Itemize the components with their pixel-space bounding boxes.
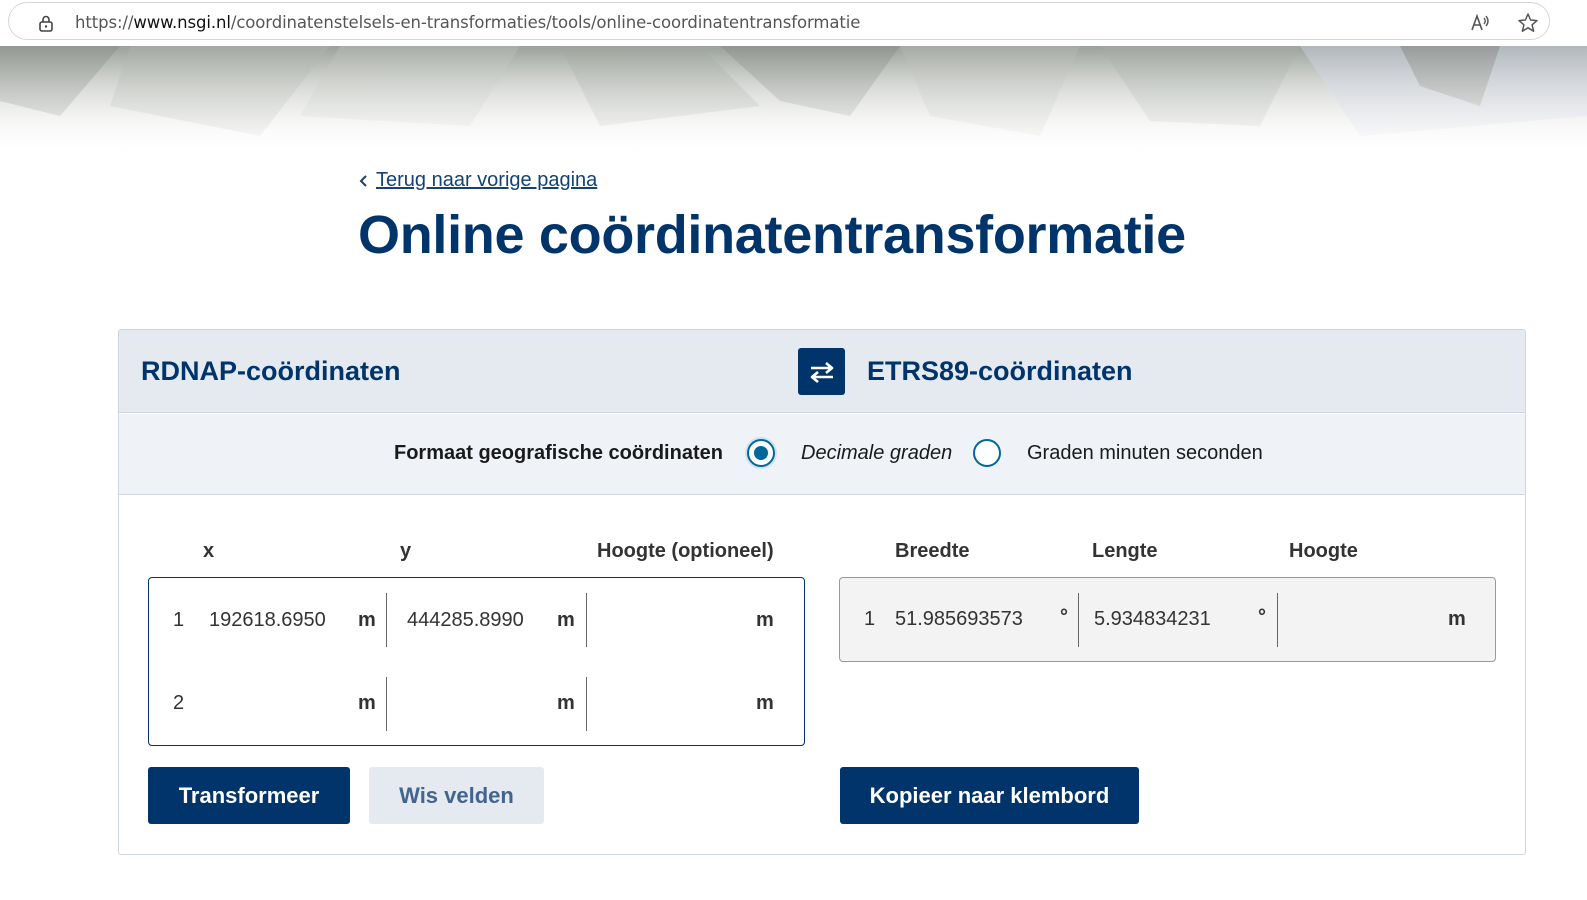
input-row-1-number: 1 xyxy=(173,609,185,631)
output-row-1-height[interactable] xyxy=(1295,608,1435,632)
input-header-y: y xyxy=(400,540,412,562)
target-system-title: ETRS89-coördinaten xyxy=(867,356,1133,386)
radio-decimal-degrees-label[interactable]: Decimale graden xyxy=(801,442,952,465)
output-row-1-latitude-unit: ° xyxy=(1060,606,1068,628)
url-field[interactable]: https://www.nsgi.nl/coordinatenstelsels-… xyxy=(8,2,1550,40)
input-row-2-x-unit: m xyxy=(358,692,376,714)
output-row-1-longitude[interactable]: 5.934834231 xyxy=(1094,608,1211,631)
banner-fade xyxy=(0,46,1587,158)
format-selector: Formaat geografische coördinaten Decimal… xyxy=(119,414,1525,495)
chevron-left-icon xyxy=(359,174,367,187)
radio-dms-label[interactable]: Graden minuten seconden xyxy=(1027,442,1263,465)
input-coordinates-grid: 1 192618.6950 m 444285.8990 m m 2 m m m xyxy=(148,577,805,746)
input-row-2-y-unit: m xyxy=(557,692,575,714)
radio-dms[interactable] xyxy=(973,439,1001,467)
input-divider xyxy=(586,677,587,731)
swap-arrows-icon xyxy=(810,361,833,383)
swap-direction-button[interactable] xyxy=(798,348,845,395)
input-row-1-y-field[interactable]: 444285.8990 xyxy=(407,609,524,632)
browser-address-bar: https://www.nsgi.nl/coordinatenstelsels-… xyxy=(0,0,1587,46)
input-row-2-height-unit: m xyxy=(756,692,774,714)
transformation-card: RDNAP-coördinaten ETRS89-coördinaten For… xyxy=(118,329,1526,855)
lock-icon[interactable] xyxy=(37,14,55,32)
header-banner-image xyxy=(0,46,1587,158)
url-domain: www.nsgi.nl xyxy=(133,13,231,32)
input-row-1-x-unit: m xyxy=(358,609,376,631)
input-row-2-x-field[interactable] xyxy=(209,692,349,716)
input-row-2-number: 2 xyxy=(173,692,185,714)
back-link[interactable]: Terug naar vorige pagina xyxy=(358,169,597,192)
input-divider xyxy=(586,593,587,647)
url-text: https://www.nsgi.nl/coordinatenstelsels-… xyxy=(75,13,860,32)
clear-fields-button[interactable]: Wis velden xyxy=(369,767,544,824)
input-row-2-y-field[interactable] xyxy=(407,692,547,716)
url-prefix: https:// xyxy=(75,13,134,32)
output-row-1-latitude[interactable]: 51.985693573 xyxy=(895,608,1023,631)
transform-button[interactable]: Transformeer xyxy=(148,767,350,824)
output-divider xyxy=(1277,593,1278,647)
input-divider xyxy=(386,593,387,647)
source-system-title: RDNAP-coördinaten xyxy=(141,356,401,386)
input-row-2-height-field[interactable] xyxy=(607,692,747,716)
output-row-1-longitude-unit: ° xyxy=(1258,606,1266,628)
input-row-1-height-field[interactable] xyxy=(607,609,747,633)
favorite-star-icon[interactable] xyxy=(1517,12,1539,34)
radio-decimal-degrees[interactable] xyxy=(747,439,775,467)
output-header-height: Hoogte xyxy=(1289,540,1358,562)
input-row-1-y-unit: m xyxy=(557,609,575,631)
url-path: /coordinatenstelsels-en-transformaties/t… xyxy=(230,13,861,32)
input-row-1-x-field[interactable]: 192618.6950 xyxy=(209,609,326,632)
input-divider xyxy=(386,677,387,731)
output-row-1-number: 1 xyxy=(864,608,876,630)
output-row-1-height-unit: m xyxy=(1448,608,1466,630)
input-header-x: x xyxy=(203,540,215,562)
page-title: Online coördinatentransformatie xyxy=(358,205,1186,265)
format-label: Formaat geografische coördinaten xyxy=(394,442,723,464)
output-header-longitude: Lengte xyxy=(1092,540,1158,562)
input-row-1-height-unit: m xyxy=(756,609,774,631)
output-header-latitude: Breedte xyxy=(895,540,970,562)
output-coordinates-grid: 1 51.985693573 ° 5.934834231 ° m xyxy=(839,577,1496,662)
read-aloud-icon[interactable] xyxy=(1469,12,1491,34)
copy-to-clipboard-button[interactable]: Kopieer naar klembord xyxy=(840,767,1139,824)
card-header: RDNAP-coördinaten ETRS89-coördinaten xyxy=(119,330,1525,413)
input-header-height: Hoogte (optioneel) xyxy=(597,540,774,562)
output-divider xyxy=(1078,593,1079,647)
back-link-label[interactable]: Terug naar vorige pagina xyxy=(376,169,597,192)
